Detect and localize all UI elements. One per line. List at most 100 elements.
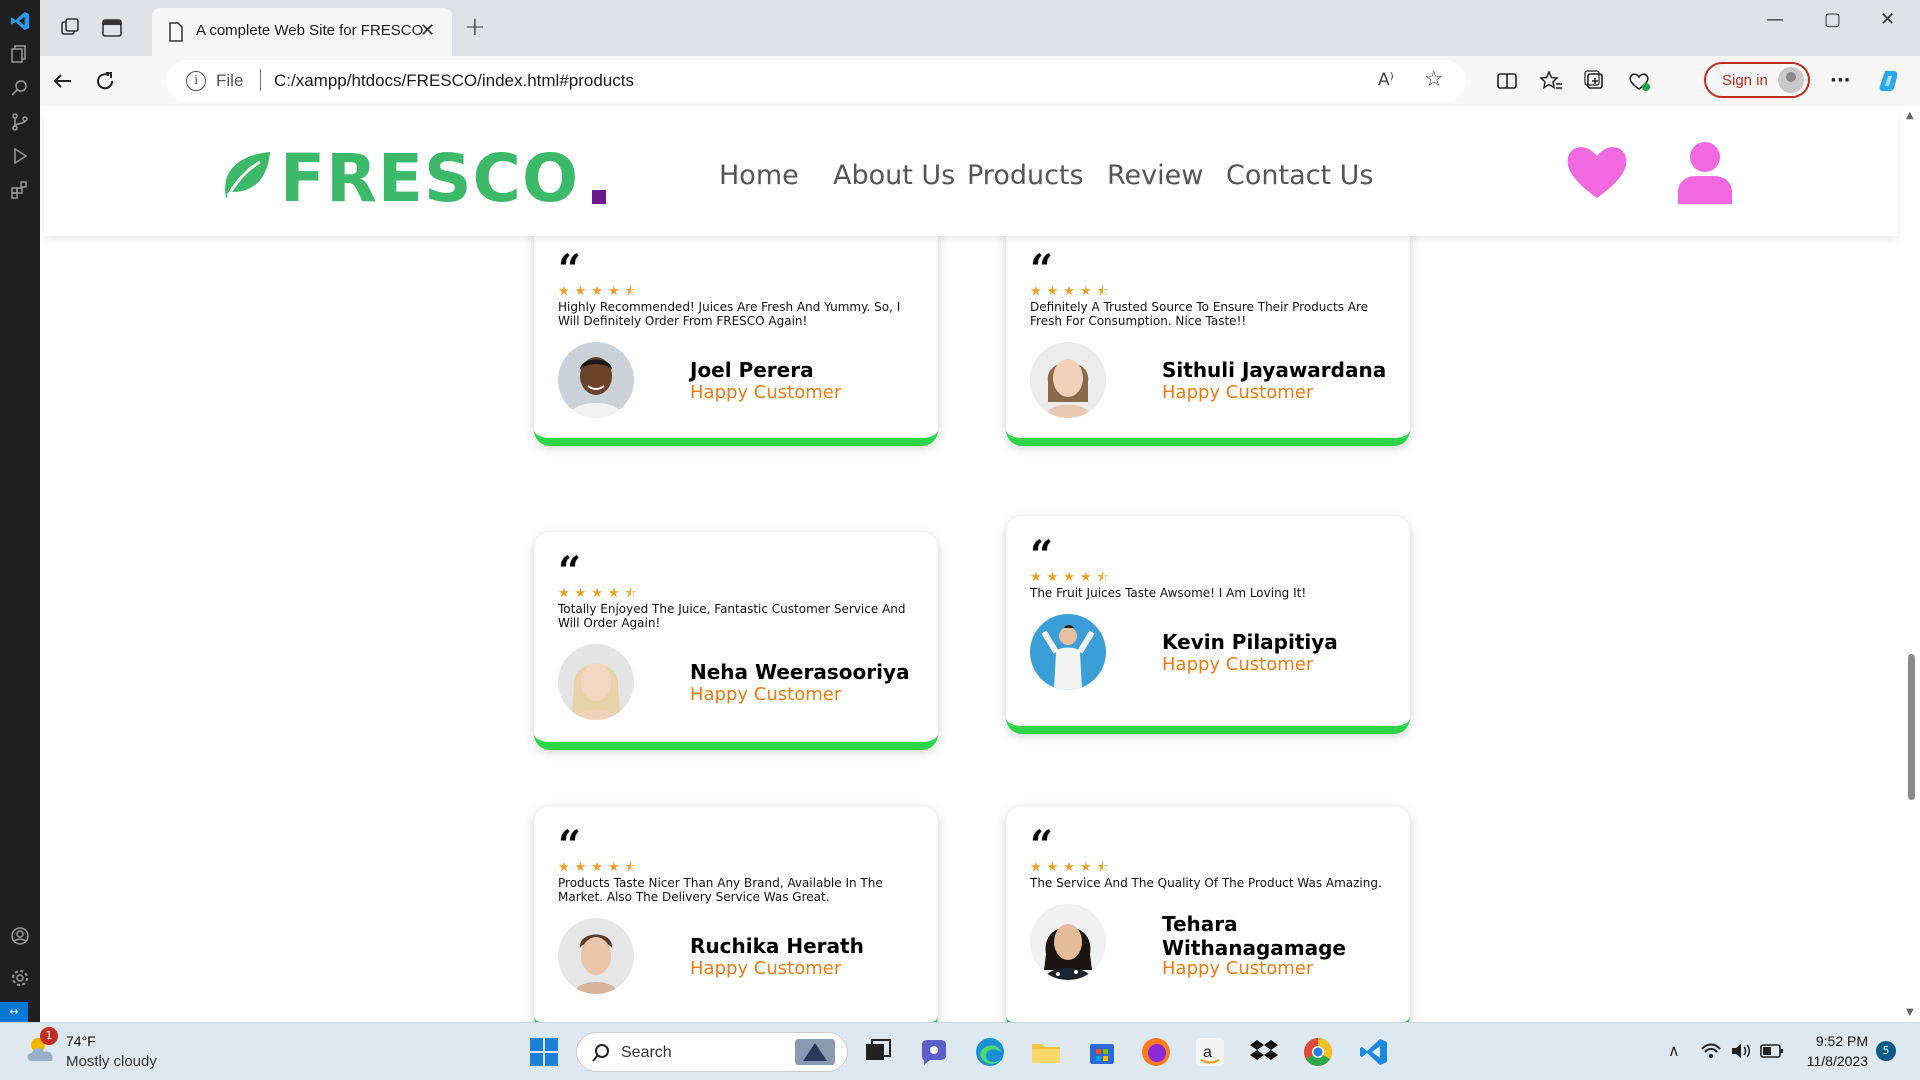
- teams-chat-icon[interactable]: [918, 1036, 950, 1068]
- heart-icon[interactable]: [1564, 140, 1630, 202]
- search-icon: [592, 1044, 609, 1062]
- vertical-tabs-icon[interactable]: [100, 16, 124, 40]
- customer-name: Kevin Pilapitiya: [1162, 630, 1338, 654]
- volume-icon[interactable]: [1730, 1041, 1752, 1061]
- site-header: FRESCO Home About Us Products Review Con…: [44, 110, 1898, 236]
- extensions-icon[interactable]: [10, 180, 30, 200]
- notification-badge[interactable]: 5: [1876, 1041, 1896, 1061]
- user-icon[interactable]: [1676, 140, 1734, 206]
- review-text: The Fruit Juices Taste Awsome! I Am Lovi…: [1030, 586, 1307, 600]
- customer-name: Tehara Withanagamage: [1162, 912, 1346, 960]
- task-view-icon[interactable]: [862, 1036, 894, 1068]
- customer-name: Joel Perera: [690, 358, 814, 382]
- page-icon: [169, 22, 183, 42]
- nav-products[interactable]: Products: [967, 160, 1084, 191]
- collections-icon[interactable]: [1582, 68, 1608, 94]
- review-text: The Service And The Quality Of The Produ…: [1030, 876, 1382, 890]
- scroll-down-icon[interactable]: ▼: [1906, 1007, 1914, 1018]
- browser-toolbar: i File C:/xampp/htdocs/FRESCO/index.html…: [40, 56, 1920, 106]
- review-card: “ ★★★★⯪ Totally Enjoyed The Juice, Fanta…: [534, 532, 938, 750]
- remote-indicator-icon[interactable]: ↔: [0, 1002, 28, 1022]
- source-control-icon[interactable]: [10, 112, 30, 132]
- page-viewport: FRESCO Home About Us Products Review Con…: [40, 106, 1920, 1022]
- weather-condition: Mostly cloudy: [66, 1053, 157, 1070]
- weather-alert-badge: 1: [40, 1027, 58, 1045]
- file-explorer-icon[interactable]: [1030, 1036, 1062, 1068]
- browser-essentials-icon[interactable]: [1626, 68, 1652, 94]
- url-text[interactable]: C:/xampp/htdocs/FRESCO/index.html#produc…: [274, 71, 634, 91]
- customer-role: Happy Customer: [690, 382, 842, 403]
- new-tab-button[interactable]: +: [464, 14, 486, 40]
- logo-dot: [592, 190, 606, 204]
- close-window-button[interactable]: ✕: [1880, 10, 1895, 30]
- temperature: 74°F: [66, 1033, 96, 1049]
- profile-avatar-icon: [1778, 67, 1804, 93]
- search-icon[interactable]: [10, 78, 30, 98]
- customer-avatar: [1030, 614, 1106, 690]
- review-card: “ ★★★★⯪ The Service And The Quality Of T…: [1006, 806, 1410, 1022]
- customer-name: Sithuli Jayawardana: [1162, 358, 1387, 382]
- review-text: Highly Recommended! Juices Are Fresh And…: [558, 300, 901, 328]
- dropbox-icon[interactable]: [1248, 1036, 1280, 1068]
- sign-in-label: Sign in: [1722, 72, 1768, 89]
- address-scheme-label: File: [216, 71, 244, 90]
- address-bar[interactable]: i File C:/xampp/htdocs/FRESCO/index.html…: [166, 60, 1466, 102]
- sign-in-button[interactable]: Sign in: [1704, 62, 1810, 98]
- favorites-icon[interactable]: [1538, 68, 1564, 94]
- nav-review[interactable]: Review: [1107, 160, 1203, 191]
- active-tab[interactable]: A complete Web Site for FRESCO ✕: [152, 8, 452, 56]
- taskbar-search[interactable]: Search: [576, 1032, 848, 1072]
- scroll-up-icon[interactable]: ▲: [1906, 110, 1914, 121]
- tab-close-icon[interactable]: ✕: [420, 22, 435, 40]
- customer-avatar: [1030, 904, 1106, 980]
- address-separator: [260, 69, 261, 91]
- more-options-icon[interactable]: ···: [1830, 70, 1851, 91]
- firefox-icon[interactable]: [1140, 1036, 1172, 1068]
- run-debug-icon[interactable]: [10, 146, 30, 166]
- edge-browser-icon[interactable]: [974, 1036, 1006, 1068]
- scroll-thumb[interactable]: [1908, 654, 1915, 800]
- refresh-icon[interactable]: [92, 68, 118, 94]
- maximize-button[interactable]: ▢: [1824, 10, 1841, 30]
- search-highlight-icon: [795, 1039, 835, 1065]
- copilot-icon[interactable]: [1876, 68, 1902, 94]
- vscode-activity-bar: ↔: [0, 0, 40, 1022]
- accounts-icon[interactable]: [10, 926, 30, 946]
- vscode-logo-icon[interactable]: [9, 10, 31, 32]
- battery-icon[interactable]: [1760, 1043, 1784, 1059]
- customer-avatar: [1030, 342, 1106, 418]
- customer-name: Neha Weerasooriya: [690, 660, 910, 684]
- page-scrollbar[interactable]: ▲ ▼: [1902, 106, 1920, 1022]
- split-screen-icon[interactable]: [1494, 68, 1520, 94]
- customer-role: Happy Customer: [1162, 654, 1314, 675]
- explorer-icon[interactable]: [10, 44, 30, 64]
- wifi-icon[interactable]: [1700, 1041, 1722, 1061]
- site-info-icon[interactable]: i: [186, 71, 206, 91]
- leaf-icon: [225, 152, 270, 198]
- nav-home[interactable]: Home: [719, 160, 799, 191]
- customer-name: Ruchika Herath: [690, 934, 864, 958]
- windows-start-icon[interactable]: [528, 1036, 560, 1068]
- amazon-icon[interactable]: a: [1194, 1036, 1226, 1068]
- minimize-button[interactable]: —: [1766, 10, 1784, 30]
- review-text: Definitely A Trusted Source To Ensure Th…: [1030, 300, 1369, 328]
- logo-text: FRESCO: [280, 140, 580, 217]
- show-hidden-icons[interactable]: ∧: [1668, 1041, 1680, 1060]
- workspaces-icon[interactable]: [58, 16, 82, 40]
- clock-time: 9:52 PM: [1815, 1033, 1868, 1049]
- review-card: “ ★★★★⯪ The Fruit Juices Taste Awsome! I…: [1006, 516, 1410, 734]
- customer-avatar: [558, 342, 634, 418]
- back-icon[interactable]: [50, 68, 76, 94]
- vscode-taskbar-icon[interactable]: [1358, 1036, 1390, 1068]
- microsoft-store-icon[interactable]: [1086, 1036, 1118, 1068]
- customer-role: Happy Customer: [690, 958, 842, 979]
- review-card: “ ★★★★⯪ Definitely A Trusted Source To E…: [1006, 216, 1410, 446]
- chrome-icon[interactable]: [1302, 1036, 1334, 1068]
- read-aloud-icon[interactable]: A⁾: [1378, 70, 1394, 90]
- weather-widget[interactable]: 1 74°F Mostly cloudy: [24, 1027, 157, 1071]
- system-clock[interactable]: 9:52 PM 11/8/2023: [1796, 1031, 1868, 1071]
- favorite-star-icon[interactable]: ☆: [1424, 67, 1444, 92]
- nav-about-us[interactable]: About Us: [833, 160, 955, 191]
- nav-contact-us[interactable]: Contact Us: [1226, 160, 1373, 191]
- settings-gear-icon[interactable]: [10, 968, 30, 988]
